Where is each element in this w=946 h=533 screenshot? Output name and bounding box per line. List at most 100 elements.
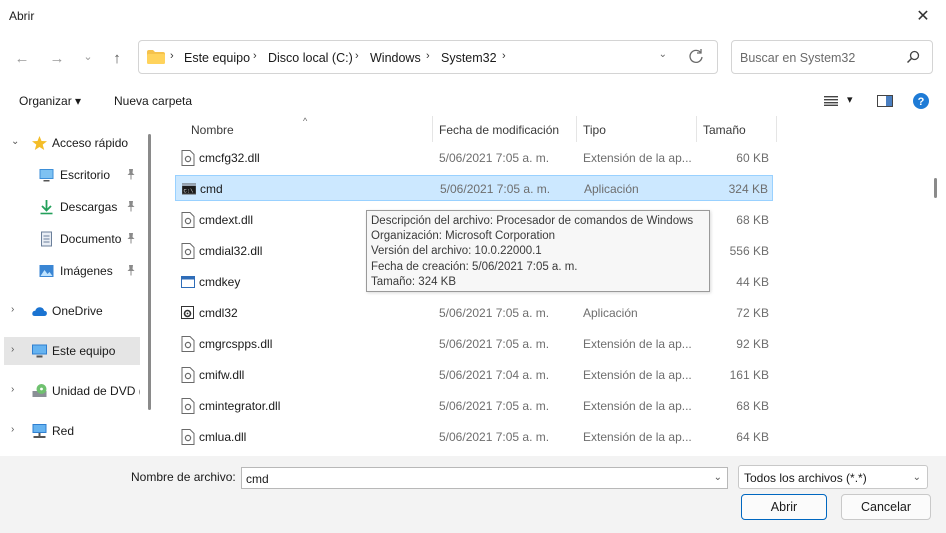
navigation-pane: ⌄ Acceso rápido Escritorio Descargas Doc…: [0, 116, 152, 456]
column-divider[interactable]: [696, 116, 697, 142]
dvd-icon: [32, 384, 47, 397]
file-row-cmifw-dll[interactable]: cmifw.dll 5/06/2021 7:04 a. m. Extensión…: [175, 362, 773, 388]
file-size: 64 KB: [736, 430, 769, 444]
column-header-size[interactable]: Tamaño: [703, 123, 746, 137]
navigation-pane-scrollbar[interactable]: [148, 134, 151, 410]
file-row-cmlua-dll[interactable]: cmlua.dll 5/06/2021 7:05 a. m. Extensión…: [175, 424, 773, 450]
column-divider[interactable]: [576, 116, 577, 142]
file-size: 92 KB: [736, 337, 769, 351]
address-history-dropdown-icon[interactable]: ⌄: [659, 49, 667, 60]
sidebar-item-onedrive[interactable]: › OneDrive: [0, 297, 140, 325]
breadcrumb-este-equipo[interactable]: Este equipo: [184, 51, 250, 65]
chevron-down-icon[interactable]: ⌄: [714, 472, 722, 483]
file-row-cmd[interactable]: C:\ cmd 5/06/2021 7:05 a. m. Aplicación …: [175, 175, 773, 201]
breadcrumb-separator[interactable]: ›: [253, 50, 257, 62]
sidebar-item-este-equipo[interactable]: › Este equipo: [4, 337, 140, 365]
column-header-name[interactable]: Nombre: [191, 123, 234, 137]
computer-icon: [32, 344, 47, 358]
dll-icon: [181, 367, 195, 383]
view-options-dropdown-icon[interactable]: ▾: [847, 93, 853, 106]
forward-arrow-icon[interactable]: →: [46, 48, 68, 68]
file-row-cmdl32[interactable]: cmdl32 5/06/2021 7:05 a. m. Aplicación 7…: [175, 300, 773, 326]
filename-value[interactable]: cmd: [246, 472, 269, 486]
file-size: 44 KB: [736, 275, 769, 289]
file-name: cmgrcspps.dll: [199, 337, 273, 351]
search-box[interactable]: Buscar en System32: [731, 40, 933, 74]
pin-icon: [127, 169, 135, 180]
file-row-cmintegrator-dll[interactable]: cmintegrator.dll 5/06/2021 7:05 a. m. Ex…: [175, 393, 773, 419]
file-type: Extensión de la ap...: [583, 151, 692, 165]
chevron-down-icon[interactable]: ⌄: [913, 472, 921, 483]
app-gear-icon: [181, 306, 194, 319]
chevron-right-icon[interactable]: ›: [11, 424, 14, 435]
chevron-right-icon[interactable]: ›: [11, 384, 14, 395]
file-type: Extensión de la ap...: [583, 399, 692, 413]
sidebar-item-label: Documentos: [60, 232, 122, 246]
file-date: 5/06/2021 7:05 a. m.: [440, 182, 551, 196]
file-size: 161 KB: [729, 368, 769, 382]
sidebar-item-red[interactable]: › Red: [0, 417, 140, 445]
file-size: 68 KB: [736, 213, 769, 227]
open-button[interactable]: Abrir: [741, 494, 827, 520]
filter-value[interactable]: Todos los archivos (*.*): [744, 471, 867, 485]
file-name: cmdkey: [199, 275, 241, 289]
breadcrumb-separator[interactable]: ›: [355, 50, 359, 62]
download-icon: [40, 200, 53, 215]
new-folder-button[interactable]: Nueva carpeta: [114, 94, 192, 108]
breadcrumb-windows[interactable]: Windows: [370, 51, 421, 65]
file-size: 72 KB: [736, 306, 769, 320]
column-header-modified[interactable]: Fecha de modificación: [439, 123, 559, 137]
file-list-scrollbar[interactable]: [934, 178, 937, 198]
pin-icon: [127, 233, 135, 244]
breadcrumb-system32[interactable]: System32: [441, 51, 497, 65]
app-window-icon: [181, 276, 195, 288]
sidebar-item-descargas[interactable]: Descargas: [0, 193, 140, 221]
preview-pane-icon[interactable]: [877, 95, 893, 107]
chevron-down-icon[interactable]: ⌄: [11, 136, 19, 147]
help-icon[interactable]: ?: [913, 93, 929, 109]
recent-locations-chevron-icon[interactable]: ⌄: [77, 46, 99, 66]
column-divider[interactable]: [432, 116, 433, 142]
column-header-type[interactable]: Tipo: [583, 123, 606, 137]
sidebar-item-label: Escritorio: [60, 168, 111, 182]
sidebar-item-imagenes[interactable]: Imágenes: [0, 257, 140, 285]
sidebar-item-label: Unidad de DVD (: [52, 384, 140, 398]
sidebar-item-label: Imágenes: [60, 264, 113, 278]
address-bar[interactable]: › Este equipo › Disco local (C:) › Windo…: [138, 40, 718, 74]
sidebar-item-label: Acceso rápido: [52, 136, 129, 150]
sidebar-item-escritorio[interactable]: Escritorio: [0, 161, 140, 189]
dll-icon: [181, 150, 195, 166]
column-divider[interactable]: [776, 116, 777, 142]
breadcrumb-separator[interactable]: ›: [502, 50, 506, 62]
tooltip-description: Descripción del archivo: Procesador de c…: [371, 215, 694, 227]
file-row-cmgrcspps-dll[interactable]: cmgrcspps.dll 5/06/2021 7:05 a. m. Exten…: [175, 331, 773, 357]
file-type-filter-select[interactable]: Todos los archivos (*.*) ⌄: [738, 465, 928, 489]
dll-icon: [181, 336, 195, 352]
up-arrow-icon[interactable]: ↑: [106, 48, 128, 68]
sidebar-item-label: Descargas: [60, 200, 118, 214]
breadcrumb-separator[interactable]: ›: [426, 50, 430, 62]
sidebar-item-unidad-dvd[interactable]: › Unidad de DVD (: [0, 377, 140, 405]
file-date: 5/06/2021 7:05 a. m.: [439, 399, 550, 413]
file-date: 5/06/2021 7:05 a. m.: [439, 151, 550, 165]
chevron-right-icon[interactable]: ›: [11, 344, 14, 355]
filename-label: Nombre de archivo:: [131, 470, 236, 484]
breadcrumb-disco-local[interactable]: Disco local (C:): [268, 51, 353, 65]
close-icon[interactable]: ✕: [900, 0, 946, 32]
search-icon[interactable]: [906, 50, 920, 64]
view-details-icon[interactable]: [824, 96, 838, 106]
refresh-icon[interactable]: [687, 47, 705, 65]
search-input[interactable]: Buscar en System32: [740, 51, 855, 65]
filename-field[interactable]: cmd ⌄: [241, 467, 728, 489]
cancel-button[interactable]: Cancelar: [841, 494, 931, 520]
back-arrow-icon[interactable]: ←: [11, 48, 33, 68]
organize-button[interactable]: Organizar ▾: [19, 94, 81, 108]
dll-icon: [181, 212, 195, 228]
sidebar-item-acceso-rapido[interactable]: ⌄ Acceso rápido: [0, 129, 140, 157]
chevron-right-icon[interactable]: ›: [11, 304, 14, 315]
title-bar: Abrir ✕: [0, 0, 946, 32]
file-row-cmcfg32-dll[interactable]: cmcfg32.dll 5/06/2021 7:05 a. m. Extensi…: [175, 145, 773, 171]
file-size: 556 KB: [729, 244, 769, 258]
sidebar-item-documentos[interactable]: Documentos: [0, 225, 140, 253]
console-icon: C:\: [182, 183, 196, 195]
